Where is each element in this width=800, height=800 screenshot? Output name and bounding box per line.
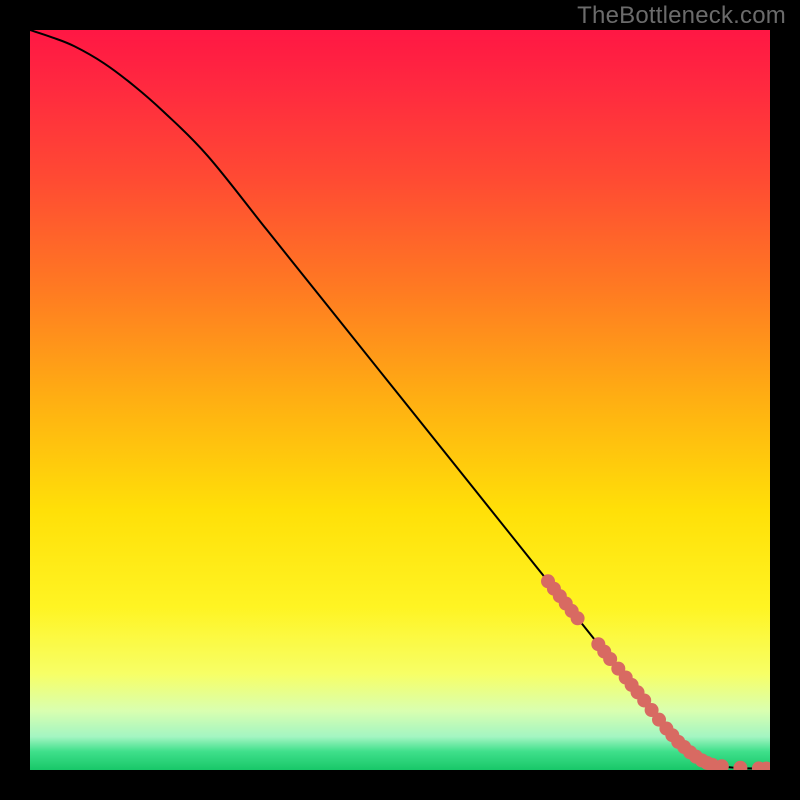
watermark-text: TheBottleneck.com bbox=[577, 2, 786, 30]
chart-frame: TheBottleneck.com bbox=[0, 0, 800, 800]
plot-area bbox=[30, 30, 770, 770]
chart-svg bbox=[30, 30, 770, 770]
highlight-dot bbox=[571, 611, 585, 625]
gradient-background bbox=[30, 30, 770, 770]
